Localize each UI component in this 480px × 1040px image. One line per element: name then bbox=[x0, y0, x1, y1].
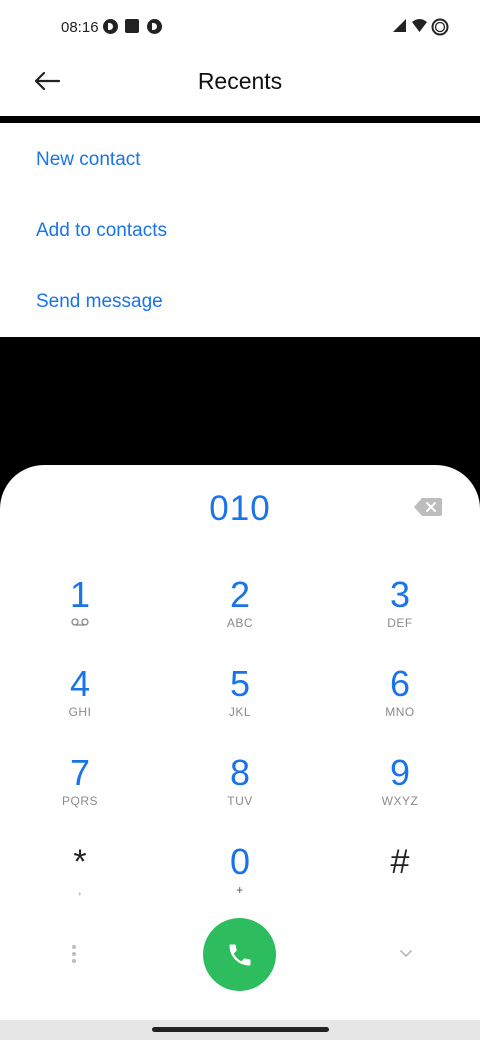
dialpad-sheet: 010 1 2 ABC 3 DEF 4 GHI 5 JKL 6 MNO 7 PQ… bbox=[0, 465, 480, 1025]
key-digit: 4 bbox=[69, 663, 91, 704]
key-4[interactable]: 4 GHI bbox=[30, 664, 130, 736]
key-digit: 8 bbox=[229, 752, 251, 793]
more-vertical-icon bbox=[72, 945, 76, 963]
backspace-button[interactable] bbox=[413, 497, 443, 517]
send-message-option[interactable]: Send message bbox=[36, 291, 163, 313]
key-digit: 1 bbox=[69, 574, 91, 615]
key-5[interactable]: 5 JKL bbox=[190, 664, 290, 736]
key-letters: JKL bbox=[228, 705, 252, 719]
key-letters: + bbox=[236, 883, 244, 897]
navigation-bar bbox=[0, 1020, 480, 1040]
key-letters: MNO bbox=[385, 705, 415, 719]
call-button[interactable] bbox=[203, 918, 276, 991]
wifi-icon bbox=[412, 19, 427, 32]
key-0[interactable]: 0 + bbox=[190, 842, 290, 914]
key-digit: 9 bbox=[389, 752, 411, 793]
key-letters: , bbox=[78, 883, 82, 897]
key-digit: 6 bbox=[389, 663, 411, 704]
stop-icon bbox=[125, 19, 139, 33]
backspace-icon bbox=[414, 498, 442, 516]
status-time: 08:16 bbox=[61, 19, 99, 36]
add-to-contacts-option[interactable]: Add to contacts bbox=[36, 220, 167, 242]
home-indicator[interactable] bbox=[152, 1027, 329, 1032]
key-letters: PQRS bbox=[61, 794, 98, 808]
key-8[interactable]: 8 TUV bbox=[190, 753, 290, 825]
key-letters: ABC bbox=[226, 616, 254, 630]
key-digit: 3 bbox=[389, 574, 411, 615]
key-letters: GHI bbox=[68, 705, 92, 719]
key-1[interactable]: 1 bbox=[30, 575, 130, 647]
chevron-down-icon bbox=[400, 950, 412, 957]
key-digit: 0 bbox=[229, 841, 251, 882]
voicemail-icon bbox=[71, 618, 89, 626]
key-digit: 2 bbox=[229, 574, 251, 615]
number-actions-list: New contact Add to contacts Send message bbox=[0, 123, 480, 337]
dialed-number-field[interactable]: 010 bbox=[0, 489, 480, 529]
battery-icon bbox=[431, 18, 449, 36]
collapse-dialpad-button[interactable] bbox=[396, 943, 416, 963]
key-hash[interactable]: # bbox=[350, 842, 450, 914]
key-digit: 7 bbox=[69, 752, 91, 793]
more-options-button[interactable] bbox=[64, 943, 84, 967]
key-digit: * bbox=[73, 843, 87, 881]
key-3[interactable]: 3 DEF bbox=[350, 575, 450, 647]
key-letters: WXYZ bbox=[381, 794, 419, 808]
key-letters: DEF bbox=[387, 616, 413, 630]
new-contact-option[interactable]: New contact bbox=[36, 149, 141, 171]
app-bar: Recents bbox=[0, 56, 480, 116]
key-star[interactable]: * , bbox=[30, 842, 130, 914]
key-9[interactable]: 9 WXYZ bbox=[350, 753, 450, 825]
app-notification-icon bbox=[103, 19, 118, 34]
page-title: Recents bbox=[197, 68, 283, 94]
key-digit: 5 bbox=[229, 663, 251, 704]
phone-icon bbox=[229, 944, 250, 965]
status-bar: 08:16 bbox=[0, 0, 480, 56]
key-letters: TUV bbox=[227, 794, 253, 808]
signal-icon bbox=[393, 19, 406, 32]
key-6[interactable]: 6 MNO bbox=[350, 664, 450, 736]
key-7[interactable]: 7 PQRS bbox=[30, 753, 130, 825]
key-digit: # bbox=[390, 843, 410, 881]
app-notification-icon bbox=[147, 19, 162, 34]
key-2[interactable]: 2 ABC bbox=[190, 575, 290, 647]
